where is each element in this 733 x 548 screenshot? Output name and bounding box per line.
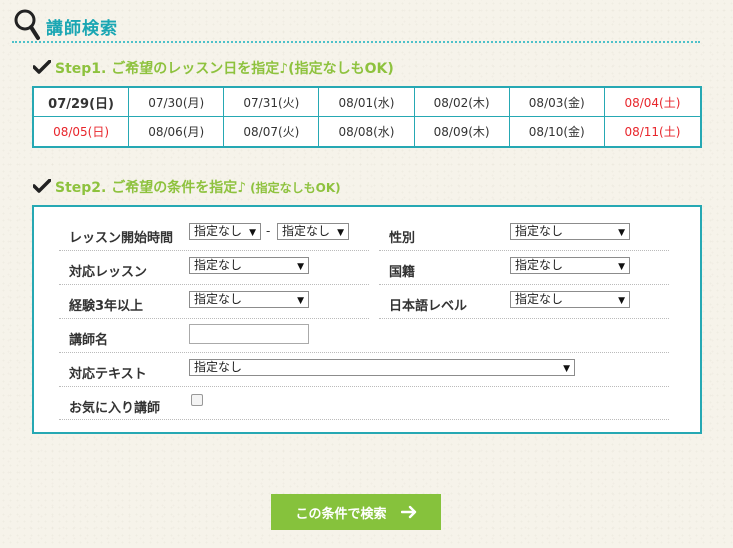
date-calendar: 07/29(日) 07/30(月) 07/31(火) 08/01(水) 08/02(木)… [32,86,702,148]
search-button[interactable]: この条件で検索 [271,494,441,530]
row-divider [379,318,669,319]
japanese-level-select[interactable]: 指定なし ▼ [510,291,630,308]
lesson-type-select[interactable]: 指定なし ▼ [189,257,309,274]
magnifier-icon [14,9,40,40]
calendar-date-cell[interactable]: 08/05(日) [34,117,130,146]
lesson-start-label: レッスン開始時間 [69,231,174,246]
lesson-type-label: 対応レッスン [69,265,148,280]
experience-select[interactable]: 指定なし ▼ [189,291,309,308]
dropdown-arrow-icon: ▼ [297,262,304,272]
teacher-name-label: 講師名 [69,333,109,348]
lesson-type-value: 指定なし [194,258,243,272]
nationality-value: 指定なし [515,258,564,272]
check-icon [33,179,51,193]
nationality-select[interactable]: 指定なし ▼ [510,257,630,274]
lesson-start-to-select[interactable]: 指定なし ▼ [277,223,349,240]
step1-title: Step1. ご希望のレッスン日を指定♪ [55,61,289,77]
calendar-date-cell[interactable]: 08/04(土) [604,88,700,117]
row-divider [59,419,669,420]
favorite-checkbox[interactable] [191,394,203,406]
range-separator: - [266,224,271,238]
step2-heading: Step2. ご希望の条件を指定♪ (指定なしもOK) [33,177,341,197]
step2-title: Step2. ご希望の条件を指定♪ [55,180,247,196]
step1-heading: Step1. ご希望のレッスン日を指定♪(指定なしもOK) [33,58,394,78]
calendar-date-cell[interactable]: 08/03(金) [509,88,605,117]
gender-value: 指定なし [515,224,564,238]
conditions-panel: レッスン開始時間 指定なし ▼ - 指定なし ▼ 性別 指定なし ▼ 対応レッスン 指… [32,205,702,434]
textbook-select[interactable]: 指定なし ▼ [189,359,575,376]
favorite-label: お気に入り講師 [69,401,161,416]
row-divider [59,386,669,387]
lesson-start-to-value: 指定なし [282,224,331,238]
calendar-date-cell[interactable]: 07/31(火) [224,88,320,117]
calendar-date-cell[interactable]: 08/10(金) [510,117,605,146]
calendar-date-cell[interactable]: 08/02(木) [414,88,510,117]
dropdown-arrow-icon: ▼ [249,228,256,238]
header-divider [12,41,700,43]
experience-value: 指定なし [194,292,243,306]
search-button-label: この条件で検索 [295,506,387,522]
calendar-date-cell[interactable]: 08/07(火) [224,117,320,146]
check-icon [33,60,51,74]
row-divider [59,318,369,319]
row-divider [59,352,669,353]
calendar-date-cell[interactable]: 08/06(月) [129,117,225,146]
teacher-name-input[interactable] [189,324,309,344]
calendar-date-cell[interactable]: 08/11(土) [605,117,700,146]
nationality-label: 国籍 [389,265,416,280]
row-divider [379,250,669,251]
dropdown-arrow-icon: ▼ [618,228,625,238]
dropdown-arrow-icon: ▼ [563,364,570,374]
arrow-right-icon [400,505,416,519]
dropdown-arrow-icon: ▼ [297,296,304,306]
experience-label: 経験3年以上 [69,299,144,314]
japanese-level-label: 日本語レベル [389,299,468,314]
dropdown-arrow-icon: ▼ [618,296,625,306]
row-divider [59,284,369,285]
page-title: 講師検索 [46,19,118,39]
row-divider [379,284,669,285]
calendar-date-cell[interactable]: 07/30(月) [129,88,225,117]
calendar-date-cell[interactable]: 08/01(水) [319,88,415,117]
textbook-label: 対応テキスト [69,367,147,382]
lesson-start-from-value: 指定なし [194,224,243,238]
gender-select[interactable]: 指定なし ▼ [510,223,630,240]
dropdown-arrow-icon: ▼ [337,228,344,238]
gender-label: 性別 [389,231,416,246]
calendar-date-cell[interactable]: 08/09(木) [415,117,510,146]
calendar-date-cell[interactable]: 07/29(日) [34,88,130,117]
step1-note: (指定なしもOK) [288,61,394,77]
row-divider [59,250,369,251]
dropdown-arrow-icon: ▼ [618,262,625,272]
japanese-level-value: 指定なし [515,292,564,306]
step2-note: (指定なしもOK) [250,181,341,195]
textbook-value: 指定なし [194,360,243,374]
calendar-date-cell[interactable]: 08/08(水) [319,117,415,146]
lesson-start-from-select[interactable]: 指定なし ▼ [189,223,261,240]
